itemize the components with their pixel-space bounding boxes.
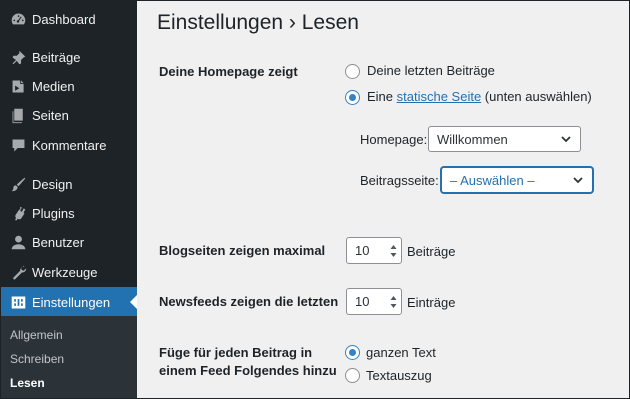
settings-icon (9, 293, 27, 311)
homepage-select-value: Willkommen (437, 131, 508, 147)
plugin-icon (9, 205, 27, 223)
feeds-unit: Einträge (407, 295, 456, 310)
blog-pages-unit: Beiträge (407, 244, 456, 259)
main-content: Einstellungen › Lesen Deine Homepage zei… (137, 1, 629, 398)
blog-pages-label: Blogseiten zeigen maximal (159, 243, 326, 258)
posts-page-select[interactable]: – Auswählen – (441, 167, 593, 193)
sidebar-item-label: Dashboard (32, 12, 96, 27)
sidebar-item-pages[interactable]: Seiten (1, 101, 137, 130)
sidebar-item-settings[interactable]: Einstellungen (1, 287, 138, 317)
sidebar-item-posts[interactable]: Beiträge (1, 43, 137, 72)
submenu-item-reading[interactable]: Lesen (10, 376, 45, 390)
sidebar-item-design[interactable]: Design (1, 170, 137, 199)
chevron-down-icon (572, 174, 584, 186)
page-title: Einstellungen › Lesen (157, 11, 359, 34)
sidebar-item-users[interactable]: Benutzer (1, 228, 137, 257)
sidebar-item-label: Benutzer (32, 235, 85, 250)
radio-static-page[interactable] (345, 90, 360, 105)
option-latest-posts-label: Deine letzten Beiträge (367, 63, 495, 78)
pages-icon (9, 107, 27, 125)
option-excerpt-label: Textauszug (366, 368, 432, 383)
sidebar-item-label: Werkzeuge (32, 265, 98, 280)
sidebar-item-label: Beiträge (32, 50, 81, 65)
submenu-item-general[interactable]: Allgemein (10, 328, 63, 342)
posts-page-select-label: Beitragsseite: (360, 173, 439, 188)
feed-content-label: Füge für jeden Beitrag in einem Feed Fol… (159, 344, 337, 380)
sidebar-item-dashboard[interactable]: Dashboard (1, 5, 137, 34)
spinner-icon (390, 295, 397, 309)
radio-full-text[interactable] (345, 345, 360, 360)
settings-submenu: Allgemein Schreiben Lesen (1, 316, 137, 398)
option-static-page-label: Eine statische Seite (unten auswählen) (367, 89, 592, 104)
feed-content-label-line1: Füge für jeden Beitrag in (159, 345, 313, 360)
sidebar-item-label: Kommentare (32, 138, 107, 153)
radio-excerpt[interactable] (345, 368, 360, 383)
sidebar-item-label: Plugins (32, 206, 75, 221)
feeds-number-input[interactable]: 10 (346, 288, 402, 315)
spinner-icon (390, 244, 397, 258)
feeds-label: Newsfeeds zeigen die letzten (159, 294, 339, 309)
comment-icon (9, 137, 27, 155)
option-full-text-label: ganzen Text (366, 345, 436, 360)
sidebar-item-comments[interactable]: Kommentare (1, 131, 137, 160)
radio-latest-posts[interactable] (345, 64, 360, 79)
sidebar-item-plugins[interactable]: Plugins (1, 199, 137, 228)
window-frame: Dashboard Beiträge Medien Seiten Komment (0, 0, 630, 399)
homepage-select-label: Homepage: (360, 132, 428, 147)
admin-sidebar: Dashboard Beiträge Medien Seiten Komment (1, 1, 138, 398)
sidebar-item-label: Design (32, 177, 73, 192)
pin-icon (9, 49, 27, 67)
posts-page-select-value: – Auswählen – (450, 172, 535, 188)
blog-pages-number-input[interactable]: 10 (346, 237, 402, 264)
brush-icon (9, 176, 27, 194)
static-page-link[interactable]: statische Seite (397, 89, 482, 104)
homepage-displays-label: Deine Homepage zeigt (159, 64, 298, 79)
wrench-icon (9, 264, 27, 282)
sidebar-item-label: Medien (32, 79, 75, 94)
sidebar-item-tools[interactable]: Werkzeuge (1, 258, 137, 287)
user-icon (9, 234, 27, 252)
feed-content-label-line2: einem Feed Folgendes hinzu (159, 363, 337, 378)
feeds-value: 10 (355, 294, 370, 309)
submenu-item-writing[interactable]: Schreiben (10, 352, 64, 366)
sidebar-item-media[interactable]: Medien (1, 72, 137, 101)
sidebar-item-label: Seiten (32, 108, 69, 123)
blog-pages-value: 10 (355, 243, 370, 258)
homepage-select[interactable]: Willkommen (428, 126, 581, 152)
dashboard-icon (9, 11, 27, 29)
chevron-down-icon (560, 133, 572, 145)
media-icon (9, 78, 27, 96)
sidebar-item-label: Einstellungen (32, 294, 111, 310)
